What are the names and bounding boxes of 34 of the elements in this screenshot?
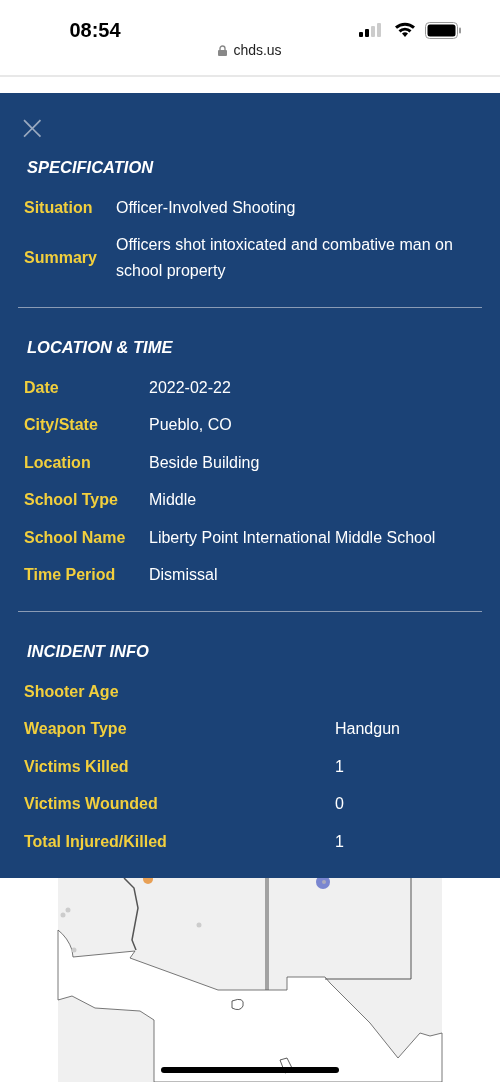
field-value: Officers shot intoxicated and combative man on school property — [116, 235, 454, 282]
field-label: School Name — [24, 527, 127, 548]
field-value: 1 — [335, 756, 345, 777]
field-value: Pueblo, CO — [149, 415, 233, 436]
field-label: Weapon Type — [24, 719, 128, 740]
clock-time: 08:54 — [68, 18, 122, 42]
wifi-icon — [394, 22, 416, 38]
section-heading: LOCATION & TIME — [26, 337, 174, 358]
field-label: Victims Wounded — [24, 794, 159, 815]
battery-icon — [425, 21, 462, 39]
url-text[interactable]: chds.us — [233, 42, 282, 58]
field-value: 1 — [335, 831, 345, 852]
field-value: Middle — [149, 490, 198, 511]
field-label: School Type — [24, 490, 119, 511]
field-value: Handgun — [335, 719, 401, 740]
lock-icon — [218, 44, 228, 56]
field-label: Victims Killed — [24, 756, 130, 777]
field-value: Officer-Involved Shooting — [116, 197, 297, 218]
close-button[interactable]: × — [16, 113, 49, 141]
field-value: 2022-02-22 — [149, 377, 232, 398]
field-label: Situation — [24, 197, 94, 218]
section-heading: SPECIFICATION — [26, 157, 155, 178]
field-label: Shooter Age — [24, 681, 120, 702]
field-label: Total Injured/Killed — [24, 831, 168, 852]
field-value: 0 — [335, 794, 345, 815]
field-label: Summary — [24, 248, 98, 269]
field-value: Liberty Point International Middle School — [149, 527, 437, 548]
field-value: Beside Building — [149, 452, 261, 473]
field-label: Time Period — [24, 565, 117, 586]
field-label: Date — [24, 377, 60, 398]
field-label: Location — [24, 452, 92, 473]
field-value: Dismissal — [149, 565, 219, 586]
section-heading: INCIDENT INFO — [26, 641, 150, 662]
field-label: City/State — [24, 415, 99, 436]
